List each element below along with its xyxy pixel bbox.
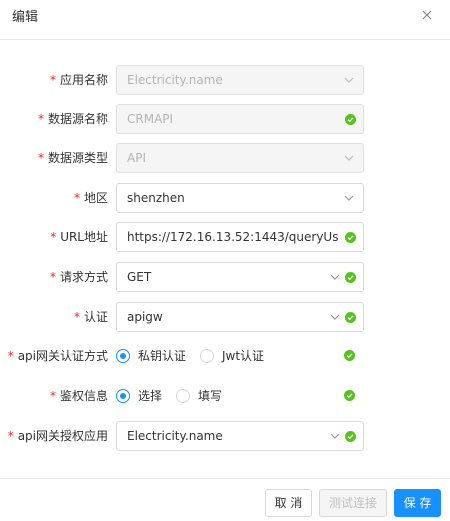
app-name-value: Electricity.name — [127, 73, 223, 87]
auth-info-label: * 鉴权信息 — [49, 389, 108, 403]
radio-checked-icon — [116, 389, 130, 403]
required-mark: * — [73, 191, 80, 205]
url-label: * URL地址 — [50, 230, 108, 244]
check-circle-icon — [345, 232, 356, 243]
check-circle-icon — [345, 114, 356, 125]
edit-dialog: 编辑 * 应用名称 Electricity.name * 数据源名称 CRMAPI … — [0, 0, 450, 521]
datasource-type-select[interactable]: API — [116, 143, 364, 173]
api-auth-mode-row: * api网关认证方式 私钥认证 Jwt认证 — [0, 341, 450, 371]
chevron-down-icon — [344, 155, 354, 161]
check-circle-icon — [345, 272, 356, 283]
dialog-title: 编辑 — [12, 10, 39, 25]
datasource-type-value: API — [127, 151, 146, 165]
radio-checked-icon — [116, 349, 130, 363]
required-mark: * — [49, 270, 56, 284]
url-value: https://172.16.13.52:1443/queryUserI — [127, 230, 339, 244]
required-mark: * — [73, 310, 80, 324]
chevron-down-icon — [330, 274, 340, 280]
chevron-down-icon — [344, 77, 354, 83]
check-circle-icon — [344, 390, 355, 401]
required-mark: * — [37, 151, 44, 165]
required-mark: * — [37, 112, 44, 126]
cancel-button[interactable]: 取 消 — [265, 489, 312, 517]
url-row: * URL地址 https://172.16.13.52:1443/queryUs… — [0, 222, 450, 252]
api-auth-app-row: * api网关授权应用 Electricity.name — [0, 421, 450, 451]
auth-info-row: * 鉴权信息 选择 填写 — [0, 381, 450, 411]
datasource-type-label: * 数据源类型 — [37, 151, 108, 165]
api-auth-app-label: * api网关授权应用 — [7, 429, 108, 443]
datasource-type-row: * 数据源类型 API — [0, 143, 450, 173]
region-label: * 地区 — [73, 191, 108, 205]
check-circle-icon — [345, 312, 356, 323]
api-auth-mode-label: * api网关认证方式 — [7, 349, 108, 363]
check-circle-icon — [344, 350, 355, 361]
method-select[interactable]: GET — [116, 262, 364, 292]
required-mark: * — [7, 349, 14, 363]
chevron-down-icon — [330, 433, 340, 439]
close-icon[interactable] — [420, 8, 434, 22]
chevron-down-icon — [330, 314, 340, 320]
url-input[interactable]: https://172.16.13.52:1443/queryUserI — [116, 222, 364, 252]
region-row: * 地区 shenzhen — [0, 183, 450, 213]
required-mark: * — [7, 429, 14, 443]
api-auth-app-value: Electricity.name — [127, 429, 223, 443]
auth-row: * 认证 apigw — [0, 302, 450, 332]
datasource-name-value: CRMAPI — [127, 112, 174, 126]
datasource-name-row: * 数据源名称 CRMAPI — [0, 104, 450, 134]
required-mark: * — [49, 73, 56, 87]
method-value: GET — [127, 270, 152, 284]
required-mark: * — [50, 230, 57, 244]
datasource-name-label: * 数据源名称 — [37, 112, 108, 126]
auth-label: * 认证 — [73, 310, 108, 324]
radio-unchecked-icon — [200, 349, 214, 363]
method-label: * 请求方式 — [49, 270, 108, 284]
app-name-label: * 应用名称 — [49, 73, 108, 87]
required-mark: * — [49, 389, 56, 403]
datasource-name-input[interactable]: CRMAPI — [116, 104, 364, 134]
radio-unchecked-icon — [176, 389, 190, 403]
app-name-row: * 应用名称 Electricity.name — [0, 65, 450, 95]
app-name-select[interactable]: Electricity.name — [116, 65, 364, 95]
chevron-down-icon — [344, 195, 354, 201]
dialog-header: 编辑 — [0, 0, 450, 40]
api-auth-app-select[interactable]: Electricity.name — [116, 421, 364, 451]
save-button[interactable]: 保 存 — [394, 489, 441, 517]
region-select[interactable]: shenzhen — [116, 183, 364, 213]
region-value: shenzhen — [127, 191, 185, 205]
check-circle-icon — [345, 431, 356, 442]
dialog-footer: 取 消 测试连接 保 存 — [0, 478, 450, 521]
auth-select[interactable]: apigw — [116, 302, 364, 332]
test-connection-button[interactable]: 测试连接 — [319, 489, 387, 517]
auth-value: apigw — [127, 310, 163, 324]
method-row: * 请求方式 GET — [0, 262, 450, 292]
